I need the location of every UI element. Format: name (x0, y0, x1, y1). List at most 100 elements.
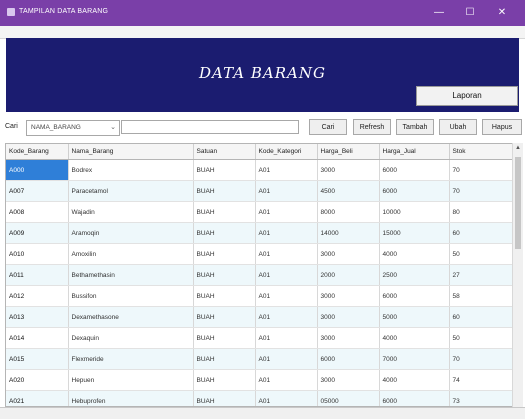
refresh-button[interactable]: Refresh (353, 119, 391, 135)
tambah-button[interactable]: Tambah (396, 119, 434, 135)
table-cell[interactable]: 14000 (317, 222, 380, 244)
table-cell[interactable]: 6000 (379, 285, 450, 307)
table-cell[interactable]: 60 (449, 306, 513, 328)
table-cell[interactable]: A01 (255, 243, 318, 265)
table-cell[interactable]: 73 (449, 390, 513, 406)
table-cell[interactable]: 27 (449, 264, 513, 286)
vertical-scrollbar[interactable]: ▲ (512, 143, 523, 407)
table-cell[interactable]: Bodrex (68, 159, 194, 181)
table-cell[interactable]: A008 (6, 201, 69, 223)
table-cell[interactable]: A01 (255, 222, 318, 244)
table-cell[interactable]: 70 (449, 180, 513, 202)
minimize-button[interactable]: — (424, 4, 454, 22)
table-cell[interactable]: A01 (255, 327, 318, 349)
table-cell[interactable]: 80 (449, 201, 513, 223)
table-row[interactable]: A007 Paracetamol BUAH A01 4500 6000 70 (6, 180, 513, 202)
table-cell[interactable]: 4000 (379, 327, 450, 349)
table-cell[interactable]: BUAH (193, 243, 256, 265)
table-cell[interactable]: BUAH (193, 222, 256, 244)
table-row[interactable]: A015 Flexmeride BUAH A01 6000 7000 70 (6, 348, 513, 370)
table-row[interactable]: A009 Aramoqin BUAH A01 14000 15000 60 (6, 222, 513, 244)
table-cell[interactable]: Hebuprofen (68, 390, 194, 406)
table-cell[interactable]: Amoxilin (68, 243, 194, 265)
table-cell[interactable]: Aramoqin (68, 222, 194, 244)
table-row[interactable]: A000 Bodrex BUAH A01 3000 6000 70 (6, 159, 513, 181)
data-grid[interactable]: Kode_Barang Nama_Barang Satuan Kode_Kate… (5, 143, 514, 407)
table-cell[interactable]: 50 (449, 327, 513, 349)
table-cell[interactable]: BUAH (193, 201, 256, 223)
table-cell[interactable]: A01 (255, 264, 318, 286)
column-header[interactable]: Kode_Barang (6, 144, 69, 160)
table-cell[interactable]: A01 (255, 390, 318, 406)
hapus-button[interactable]: Hapus (482, 119, 522, 135)
close-button[interactable]: ✕ (487, 4, 517, 22)
table-cell[interactable]: Flexmeride (68, 348, 194, 370)
table-cell[interactable]: 50 (449, 243, 513, 265)
table-cell[interactable]: 5000 (379, 306, 450, 328)
table-row[interactable]: A010 Amoxilin BUAH A01 3000 4000 50 (6, 243, 513, 265)
table-cell[interactable]: A020 (6, 369, 69, 391)
cari-button[interactable]: Cari (309, 119, 347, 135)
maximize-button[interactable]: ☐ (455, 4, 485, 22)
table-cell[interactable]: A015 (6, 348, 69, 370)
table-cell[interactable]: 60 (449, 222, 513, 244)
table-cell[interactable]: BUAH (193, 264, 256, 286)
table-cell[interactable]: 4000 (379, 243, 450, 265)
table-cell[interactable]: A01 (255, 348, 318, 370)
table-cell[interactable]: BUAH (193, 390, 256, 406)
table-cell[interactable]: A009 (6, 222, 69, 244)
table-cell[interactable]: BUAH (193, 159, 256, 181)
table-cell[interactable]: Wajadin (68, 201, 194, 223)
table-cell[interactable]: 4000 (379, 369, 450, 391)
table-cell[interactable]: 3000 (317, 243, 380, 265)
ubah-button[interactable]: Ubah (439, 119, 477, 135)
column-header[interactable]: Kode_Kategori (255, 144, 318, 160)
table-cell[interactable]: Paracetamol (68, 180, 194, 202)
table-cell[interactable]: 6000 (317, 348, 380, 370)
table-cell[interactable]: 58 (449, 285, 513, 307)
table-cell[interactable]: Dexaquin (68, 327, 194, 349)
table-cell[interactable]: A012 (6, 285, 69, 307)
table-row[interactable]: A014 Dexaquin BUAH A01 3000 4000 50 (6, 327, 513, 349)
column-header[interactable]: Stok (449, 144, 513, 160)
table-cell[interactable]: A01 (255, 201, 318, 223)
table-cell[interactable]: 3000 (317, 306, 380, 328)
table-cell[interactable]: 05000 (317, 390, 380, 406)
column-header[interactable]: Satuan (193, 144, 256, 160)
table-cell[interactable]: 8000 (317, 201, 380, 223)
table-cell[interactable]: Bethamethasin (68, 264, 194, 286)
table-cell[interactable]: 6000 (379, 159, 450, 181)
table-cell[interactable]: 3000 (317, 285, 380, 307)
table-cell[interactable]: 15000 (379, 222, 450, 244)
table-row[interactable]: A011 Bethamethasin BUAH A01 2000 2500 27 (6, 264, 513, 286)
table-cell[interactable]: Dexamethasone (68, 306, 194, 328)
table-cell[interactable]: A01 (255, 306, 318, 328)
table-cell[interactable]: 3000 (317, 327, 380, 349)
table-cell[interactable]: A007 (6, 180, 69, 202)
table-cell[interactable]: 3000 (317, 369, 380, 391)
table-cell[interactable]: 3000 (317, 159, 380, 181)
table-cell[interactable]: 2500 (379, 264, 450, 286)
table-cell[interactable]: A01 (255, 285, 318, 307)
table-cell[interactable]: BUAH (193, 180, 256, 202)
table-cell[interactable]: A013 (6, 306, 69, 328)
table-cell[interactable]: A01 (255, 180, 318, 202)
search-input[interactable] (121, 120, 299, 134)
scrollbar-thumb[interactable] (515, 157, 521, 249)
table-cell[interactable]: BUAH (193, 285, 256, 307)
table-cell[interactable]: Bussifon (68, 285, 194, 307)
table-row[interactable]: A020 Hepuen BUAH A01 3000 4000 74 (6, 369, 513, 391)
table-cell[interactable]: A000 (6, 159, 69, 181)
table-cell[interactable]: A010 (6, 243, 69, 265)
table-row[interactable]: A008 Wajadin BUAH A01 8000 10000 80 (6, 201, 513, 223)
table-row[interactable]: A012 Bussifon BUAH A01 3000 6000 58 (6, 285, 513, 307)
table-cell[interactable]: 74 (449, 369, 513, 391)
table-cell[interactable]: 4500 (317, 180, 380, 202)
table-cell[interactable]: A011 (6, 264, 69, 286)
table-cell[interactable]: A01 (255, 369, 318, 391)
table-cell[interactable]: BUAH (193, 369, 256, 391)
column-header[interactable]: Harga_Jual (379, 144, 450, 160)
table-cell[interactable]: A021 (6, 390, 69, 406)
table-cell[interactable]: BUAH (193, 306, 256, 328)
table-cell[interactable]: BUAH (193, 348, 256, 370)
